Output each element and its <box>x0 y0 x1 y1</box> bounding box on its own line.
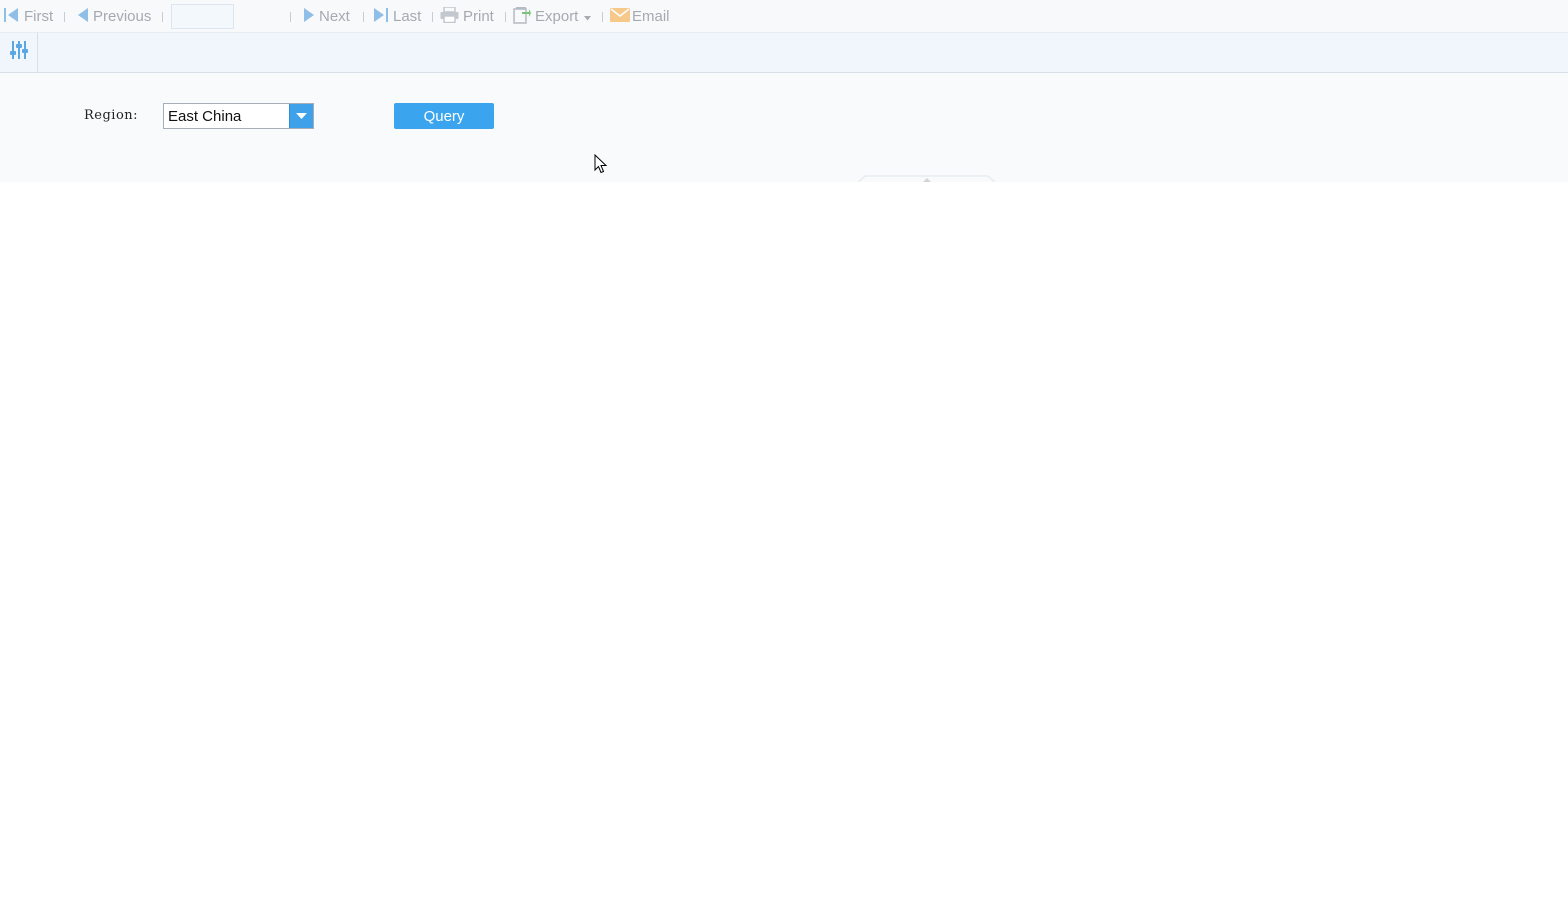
toolbar-divider <box>162 12 163 22</box>
chevron-down-icon <box>296 107 307 125</box>
next-page-label: Next <box>319 8 350 25</box>
last-page-label: Last <box>393 8 422 25</box>
toolbar-divider <box>64 12 65 22</box>
collapse-panel-handle[interactable] <box>853 172 1000 186</box>
report-content-area <box>0 182 1568 900</box>
export-label: Export <box>535 8 579 25</box>
export-icon <box>513 6 531 28</box>
region-select-value: East China <box>168 108 242 125</box>
previous-page-icon <box>77 7 89 26</box>
mouse-cursor-icon <box>594 153 608 174</box>
parameter-panel: Region: East China Query <box>0 73 1568 182</box>
first-page-button[interactable]: First <box>4 0 53 33</box>
email-label: Email <box>632 8 670 25</box>
filter-bar <box>0 33 1568 73</box>
toolbar-divider <box>363 12 364 22</box>
chevron-down-icon <box>584 8 592 25</box>
toolbar-divider <box>602 12 603 22</box>
page-number-input[interactable] <box>171 4 234 29</box>
last-page-icon <box>373 7 389 26</box>
next-page-icon <box>303 7 315 26</box>
sliders-icon <box>9 40 29 65</box>
printer-icon <box>440 5 459 27</box>
export-button[interactable]: Export <box>513 0 592 33</box>
envelope-icon <box>610 7 630 26</box>
email-button[interactable]: Email <box>610 0 670 33</box>
query-button[interactable]: Query <box>394 103 494 129</box>
print-button[interactable]: Print <box>440 0 494 33</box>
region-select[interactable]: East China <box>163 103 314 129</box>
report-toolbar: First Previous Next Last Print Export Em… <box>0 0 1568 33</box>
next-page-button[interactable]: Next <box>303 0 350 33</box>
region-label: Region: <box>84 108 139 123</box>
parameter-panel-toggle[interactable] <box>0 33 38 72</box>
previous-page-label: Previous <box>93 8 152 25</box>
toolbar-divider <box>505 12 506 22</box>
previous-page-button[interactable]: Previous <box>77 0 151 33</box>
region-dropdown-button[interactable] <box>289 104 313 128</box>
last-page-button[interactable]: Last <box>373 0 421 33</box>
toolbar-divider <box>290 12 291 22</box>
first-page-label: First <box>24 8 54 25</box>
toolbar-divider <box>432 12 433 22</box>
print-label: Print <box>463 8 494 25</box>
first-page-icon <box>4 7 20 26</box>
